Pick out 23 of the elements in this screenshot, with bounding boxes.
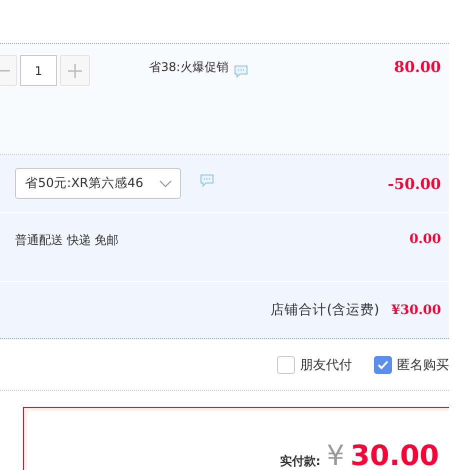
plus-icon xyxy=(68,64,82,78)
shipping-label: 普通配送 快递 免邮 xyxy=(15,232,119,249)
checkmark-icon xyxy=(377,360,389,370)
shipping-fee: 0.00 xyxy=(409,232,441,247)
minus-icon xyxy=(0,70,10,72)
chevron-down-icon xyxy=(159,180,172,188)
quantity-field[interactable]: 1 xyxy=(20,55,57,86)
chat-icon[interactable] xyxy=(200,174,214,187)
coupon-select[interactable]: 省50元:XR第六感46 xyxy=(15,168,181,199)
checkbox-label: 匿名购买 xyxy=(397,356,449,374)
chat-icon[interactable] xyxy=(234,65,248,78)
discount-amount: -50.00 xyxy=(388,174,441,192)
checkbox-label: 朋友代付 xyxy=(300,356,352,374)
shop-total-amount: ¥30.00 xyxy=(391,302,441,318)
shop-total-label: 店铺合计(含运费) xyxy=(270,301,380,319)
promotion-label: 省38:火爆促销 xyxy=(149,59,228,76)
payment-label: 实付款: xyxy=(280,453,321,470)
checkbox[interactable] xyxy=(277,356,295,374)
increase-button[interactable] xyxy=(60,55,90,86)
checkbox[interactable] xyxy=(374,356,392,374)
item-price: 80.00 xyxy=(394,58,441,76)
currency-symbol: ¥ xyxy=(326,439,344,470)
payment-amount: 30.00 xyxy=(350,439,439,470)
